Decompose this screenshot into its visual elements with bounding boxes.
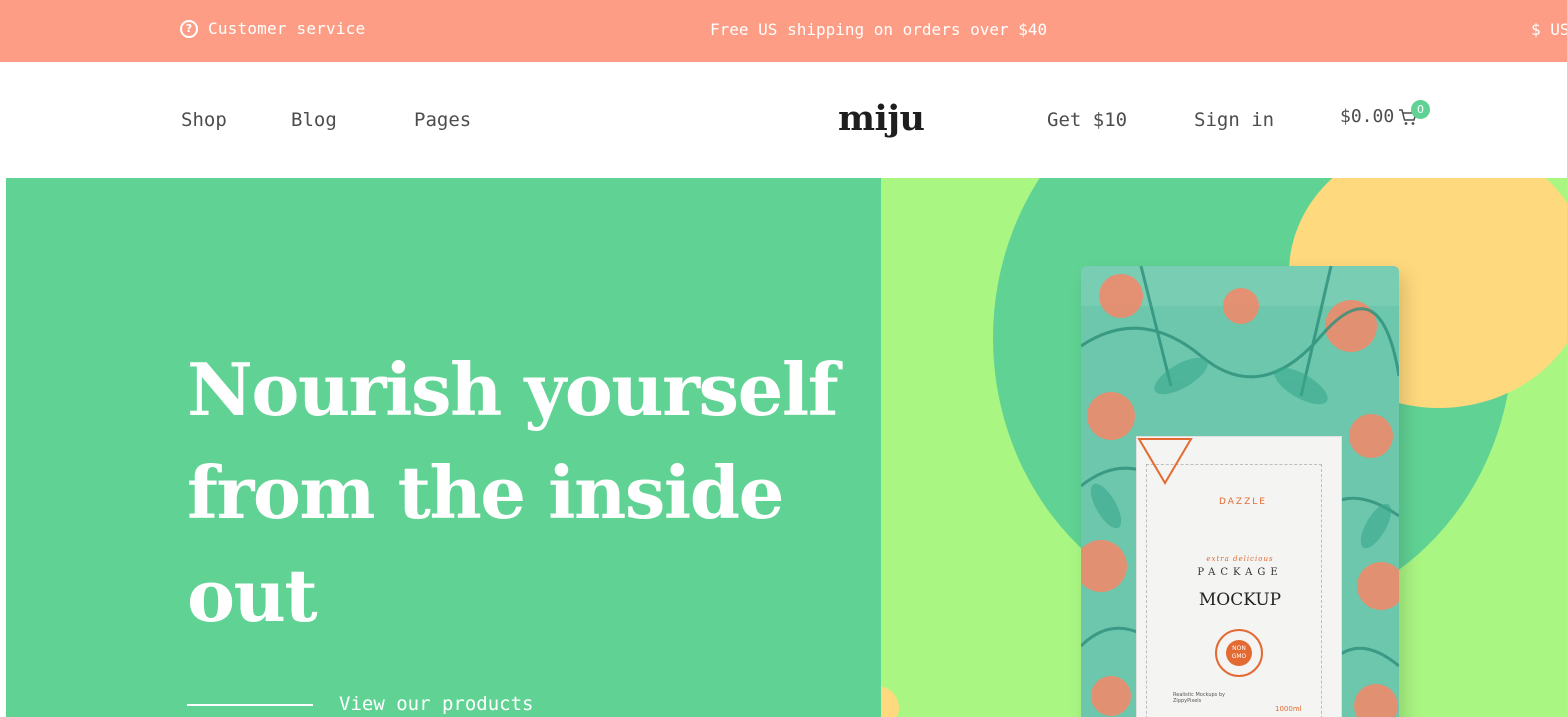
nav-shop[interactable]: Shop <box>181 109 227 131</box>
brand-name: DAZZLE <box>1219 497 1267 507</box>
label-small-text: Realistic Mockups by ZippyPixels <box>1173 692 1225 704</box>
cart-total: $0.00 <box>1340 106 1395 127</box>
package-word: PACKAGE <box>1197 567 1283 578</box>
site-header: Shop Blog Pages miju Get $10 Sign in $0.… <box>0 62 1567 178</box>
cart-button[interactable]: $0.00 <box>1340 106 1418 127</box>
get-offer-link[interactable]: Get $10 <box>1047 109 1127 131</box>
package-tagline: extra delicious <box>1206 555 1274 563</box>
brand-triangle-logo <box>1137 438 1193 485</box>
cta-divider <box>187 704 313 706</box>
product-package: DAZZLE extra delicious PACKAGE MOCKUP NO… <box>1081 266 1399 717</box>
customer-service-label: Customer service <box>208 19 366 38</box>
non-gmo-seal: NON GMO <box>1215 629 1263 677</box>
hero-headline: Nourish yourself from the inside out <box>187 347 839 638</box>
decor-dot-yellow <box>881 686 899 717</box>
mockup-word: MOCKUP <box>1198 590 1282 610</box>
announcement-bar: ? Customer service Free US shipping on o… <box>0 0 1567 62</box>
package-label: DAZZLE extra delicious PACKAGE MOCKUP NO… <box>1136 436 1342 717</box>
customer-service-link[interactable]: ? Customer service <box>180 19 365 38</box>
seal-text: NON GMO <box>1226 640 1252 666</box>
nav-pages[interactable]: Pages <box>414 109 471 131</box>
hero-product-image: DAZZLE extra delicious PACKAGE MOCKUP NO… <box>881 178 1567 717</box>
site-logo[interactable]: miju <box>838 98 925 139</box>
label-volume: 1000ml <box>1275 705 1302 713</box>
currency-selector[interactable]: $ US <box>1531 20 1567 39</box>
question-circle-icon: ? <box>180 19 198 38</box>
nav-blog[interactable]: Blog <box>291 109 337 131</box>
shipping-notice: Free US shipping on orders over $40 <box>710 20 1048 39</box>
view-products-link[interactable]: View our products <box>339 693 533 715</box>
cart-count-badge: 0 <box>1411 100 1430 119</box>
sign-in-link[interactable]: Sign in <box>1194 109 1274 131</box>
